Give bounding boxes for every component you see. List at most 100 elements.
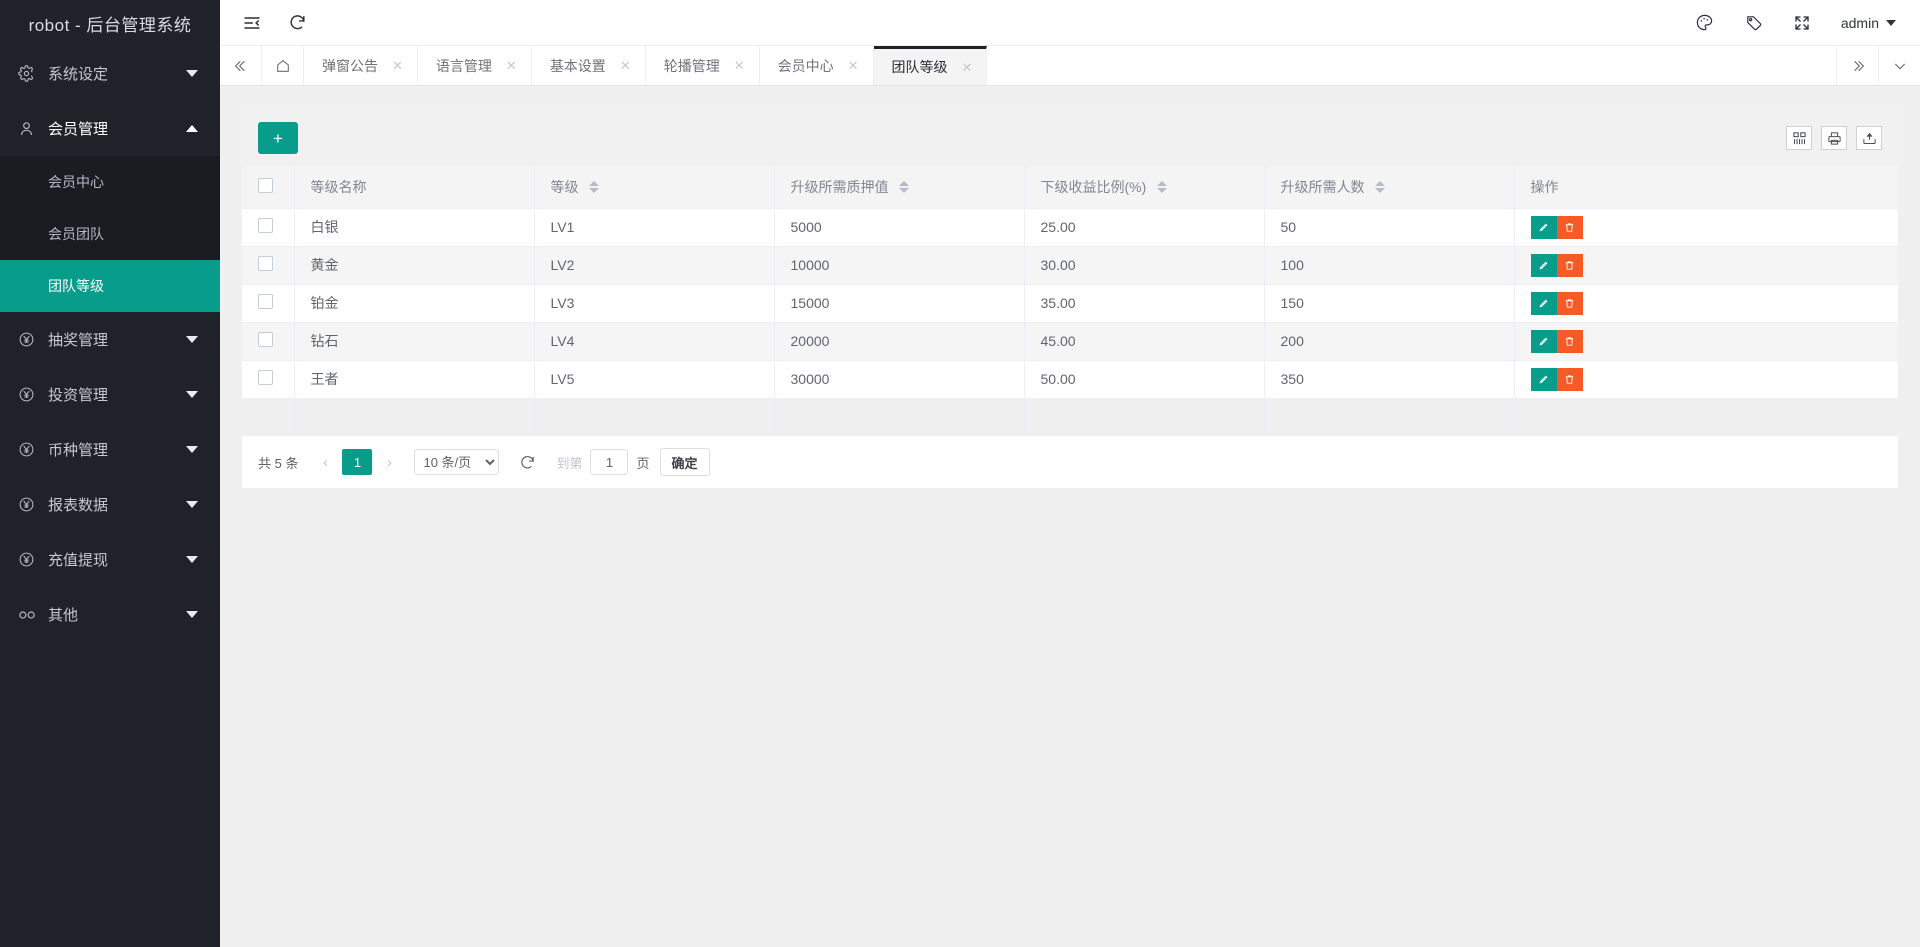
tabbar-scroll-right-button[interactable] <box>1836 46 1878 85</box>
cell-pledge: 5000 <box>774 208 1025 247</box>
chevron-down-icon <box>186 391 198 398</box>
pagination-next-button[interactable]: › <box>376 454 402 471</box>
table-filler-row <box>242 398 1898 436</box>
sort-icon[interactable] <box>899 181 910 194</box>
tab-label: 语言管理 <box>435 57 492 74</box>
table-row[interactable]: 黄金 LV2 10000 30.00 100 <box>242 246 1898 285</box>
column-header-people[interactable]: 升级所需人数 <box>1264 166 1515 209</box>
sidebar-item-member-center[interactable]: 会员中心 <box>0 156 220 208</box>
columns-filter-icon[interactable] <box>1786 126 1812 150</box>
column-header-pledge[interactable]: 升级所需质押值 <box>774 166 1025 209</box>
sidebar-item-member-management[interactable]: 会员管理 <box>0 101 220 156</box>
pencil-icon[interactable] <box>1530 367 1557 391</box>
sort-icon[interactable] <box>1375 181 1386 194</box>
tab-basic-settings[interactable]: 基本设置 ✕ <box>532 46 646 85</box>
tab-carousel-management[interactable]: 轮播管理 ✕ <box>646 46 760 85</box>
tabbar-scroll-left-button[interactable] <box>220 46 262 85</box>
close-icon[interactable]: ✕ <box>962 61 973 74</box>
row-checkbox[interactable] <box>258 256 273 271</box>
pencil-icon[interactable] <box>1530 215 1557 239</box>
filler-cell <box>534 398 775 436</box>
pencil-icon[interactable] <box>1530 291 1557 315</box>
sidebar-submenu-member-management: 会员中心 会员团队 团队等级 <box>0 156 220 312</box>
select-all-checkbox[interactable] <box>258 177 273 193</box>
tabbar-more-menu-button[interactable] <box>1878 46 1920 85</box>
chevron-down-icon <box>186 336 198 343</box>
trash-icon[interactable] <box>1556 253 1583 277</box>
sort-icon[interactable] <box>1157 181 1168 194</box>
user-menu-label: admin <box>1840 14 1879 31</box>
trash-icon[interactable] <box>1556 367 1583 391</box>
yen-icon <box>18 441 42 458</box>
app-root: robot - 后台管理系统 系统设定 会员管理 会员中心 会员团队 团队等级 … <box>0 0 1920 947</box>
pagination-confirm-button[interactable]: 确定 <box>659 448 710 476</box>
sidebar-item-currency-management[interactable]: 币种管理 <box>0 422 220 477</box>
sidebar-item-lottery-management[interactable]: 抽奖管理 <box>0 312 220 367</box>
sidebar-item-report-data[interactable]: 报表数据 <box>0 477 220 532</box>
close-icon[interactable]: ✕ <box>620 59 631 72</box>
table-row[interactable]: 铂金 LV3 15000 35.00 150 <box>242 284 1898 323</box>
pagination-refresh-icon[interactable] <box>519 454 536 471</box>
column-header-level[interactable]: 等级 <box>534 166 775 209</box>
print-icon[interactable] <box>1821 126 1847 150</box>
pencil-icon[interactable] <box>1530 329 1557 353</box>
pagination-total: 共 5 条 <box>258 455 299 471</box>
trash-icon[interactable] <box>1556 291 1583 315</box>
team-level-card: + 等级名称 等级 升级所需质押值 下级收益比例(%) 升级所需人数 操作 白银… <box>242 108 1898 488</box>
fullscreen-icon[interactable] <box>1793 14 1811 32</box>
table-row[interactable]: 王者 LV5 30000 50.00 350 <box>242 360 1898 399</box>
add-button[interactable]: + <box>258 122 298 154</box>
row-checkbox[interactable] <box>258 370 273 385</box>
tab-team-level[interactable]: 团队等级 ✕ <box>873 46 988 85</box>
close-icon[interactable]: ✕ <box>734 59 745 72</box>
tab-popup-announcement[interactable]: 弹窗公告 ✕ <box>304 46 418 85</box>
tab-member-center[interactable]: 会员中心 ✕ <box>760 46 874 85</box>
refresh-icon[interactable] <box>288 13 307 32</box>
tab-language-management[interactable]: 语言管理 ✕ <box>418 46 532 85</box>
sidebar-item-member-team[interactable]: 会员团队 <box>0 208 220 260</box>
trash-icon[interactable] <box>1556 329 1583 353</box>
cell-people: 200 <box>1264 322 1515 361</box>
sidebar-item-team-level[interactable]: 团队等级 <box>0 260 220 312</box>
infinity-icon <box>18 608 42 622</box>
sidebar-subitem-label: 会员中心 <box>48 174 104 190</box>
table-row[interactable]: 钻石 LV4 20000 45.00 200 <box>242 322 1898 361</box>
pagination-jump-input[interactable] <box>590 449 629 475</box>
column-header-ratio[interactable]: 下级收益比例(%) <box>1024 166 1265 209</box>
tag-icon[interactable] <box>1744 13 1763 32</box>
column-label: 升级所需质押值 <box>790 178 889 195</box>
sidebar-item-recharge-withdraw[interactable]: 充值提现 <box>0 532 220 587</box>
sidebar-item-investment-management[interactable]: 投资管理 <box>0 367 220 422</box>
pagination-prev-button[interactable]: ‹ <box>312 454 338 471</box>
cell-level: LV2 <box>534 246 775 285</box>
export-icon[interactable] <box>1856 126 1882 150</box>
home-icon[interactable] <box>262 46 304 85</box>
filler-cell <box>1024 398 1265 436</box>
filler-cell <box>1264 398 1515 436</box>
sidebar-item-other[interactable]: 其他 <box>0 587 220 642</box>
cell-name: 白银 <box>294 208 535 247</box>
cell-ratio: 35.00 <box>1024 284 1265 323</box>
sort-icon[interactable] <box>589 181 600 194</box>
row-checkbox[interactable] <box>258 332 273 347</box>
cell-name: 钻石 <box>294 322 535 361</box>
tab-label: 团队等级 <box>891 59 948 75</box>
sidebar-nav: 系统设定 会员管理 会员中心 会员团队 团队等级 抽奖管理 投资管理 币种管理 … <box>0 46 220 947</box>
page-size-select[interactable]: 10 条/页 20 条/页 50 条/页 100 条/页 <box>414 449 500 475</box>
row-checkbox[interactable] <box>258 218 273 233</box>
user-menu[interactable]: admin <box>1841 15 1896 31</box>
pagination-page-1[interactable]: 1 <box>342 449 373 475</box>
row-checkbox[interactable] <box>258 294 273 309</box>
palette-icon[interactable] <box>1695 13 1714 32</box>
column-label: 等级 <box>550 178 579 195</box>
table-row[interactable]: 白银 LV1 5000 25.00 50 <box>242 208 1898 247</box>
close-icon[interactable]: ✕ <box>848 59 859 72</box>
menu-collapse-icon[interactable] <box>242 13 262 33</box>
close-icon[interactable]: ✕ <box>392 59 403 72</box>
pencil-icon[interactable] <box>1530 253 1557 277</box>
cell-pledge: 15000 <box>774 284 1025 323</box>
tab-label: 轮播管理 <box>663 57 720 74</box>
sidebar-item-system-settings[interactable]: 系统设定 <box>0 46 220 101</box>
trash-icon[interactable] <box>1556 215 1583 239</box>
close-icon[interactable]: ✕ <box>506 59 517 72</box>
